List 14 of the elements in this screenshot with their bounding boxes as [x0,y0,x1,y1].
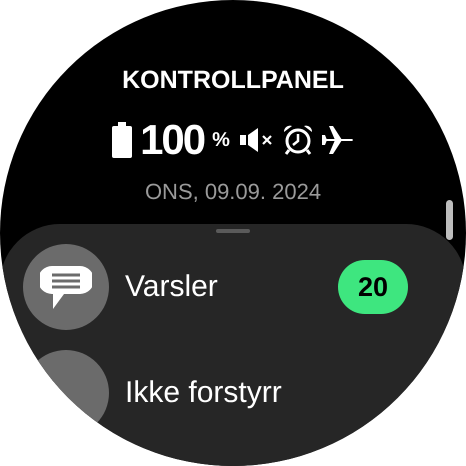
battery-percentage: 100 [140,119,204,161]
menu-item-label[interactable]: Ikke forstyrr [125,375,282,411]
alarm-clock-icon [282,124,314,156]
drag-handle [216,229,250,233]
battery-icon [112,122,132,158]
scrollbar [446,200,453,240]
menu-item-label[interactable]: Varsler [125,269,218,305]
chat-bubble-icon [40,264,92,310]
panel-title: KONTROLLPANEL [122,65,344,96]
mute-icon [240,127,274,153]
airplane-icon [322,126,354,154]
date-label: ONS, 09.09. 2024 [144,178,322,206]
percent-sign: % [212,130,230,150]
count-badge: 20 [338,260,408,314]
